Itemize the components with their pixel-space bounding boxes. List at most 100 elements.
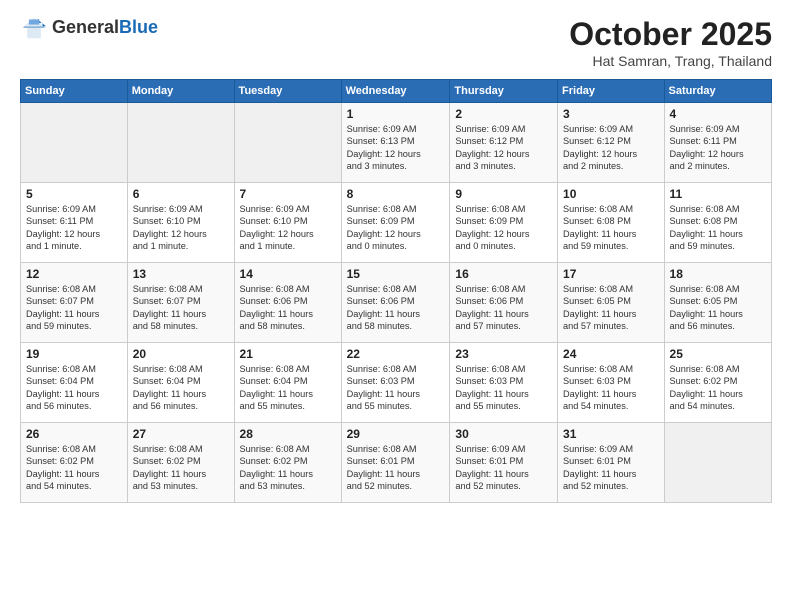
day-info: Sunrise: 6:08 AM Sunset: 6:09 PM Dayligh… — [455, 203, 552, 253]
weekday-header-tuesday: Tuesday — [234, 80, 341, 103]
day-number: 17 — [563, 267, 658, 281]
weekday-header-thursday: Thursday — [450, 80, 558, 103]
calendar-cell: 24Sunrise: 6:08 AM Sunset: 6:03 PM Dayli… — [558, 343, 664, 423]
day-info: Sunrise: 6:08 AM Sunset: 6:06 PM Dayligh… — [455, 283, 552, 333]
calendar-cell: 2 Sunrise: 6:09 AM Sunset: 6:12 PM Daylig… — [450, 103, 558, 183]
location-subtitle: Hat Samran, Trang, Thailand — [569, 53, 772, 69]
calendar-cell: 12Sunrise: 6:08 AM Sunset: 6:07 PM Dayli… — [21, 263, 128, 343]
calendar-body: 1 Sunrise: 6:09 AM Sunset: 6:13 PM Daylig… — [21, 103, 772, 503]
calendar-cell: 26 Sunrise: 6:08 AM Sunset: 6:02 PM Dayli… — [21, 423, 128, 503]
day-number: 18 — [670, 267, 766, 281]
calendar-cell — [127, 103, 234, 183]
weekday-header-monday: Monday — [127, 80, 234, 103]
day-number: 15 — [347, 267, 445, 281]
title-block: October 2025 Hat Samran, Trang, Thailand — [569, 16, 772, 69]
calendar-cell: 29Sunrise: 6:08 AM Sunset: 6:01 PM Dayli… — [341, 423, 450, 503]
calendar-week-row: 1 Sunrise: 6:09 AM Sunset: 6:13 PM Daylig… — [21, 103, 772, 183]
day-number: 26 — [26, 427, 122, 441]
weekday-header-row: SundayMondayTuesdayWednesdayThursdayFrid… — [21, 80, 772, 103]
calendar-cell: 1 Sunrise: 6:09 AM Sunset: 6:13 PM Daylig… — [341, 103, 450, 183]
header: GeneralBlue October 2025 Hat Samran, Tra… — [20, 16, 772, 69]
calendar-cell: 4 Sunrise: 6:09 AM Sunset: 6:11 PM Daylig… — [664, 103, 771, 183]
weekday-header-wednesday: Wednesday — [341, 80, 450, 103]
calendar-week-row: 12Sunrise: 6:08 AM Sunset: 6:07 PM Dayli… — [21, 263, 772, 343]
day-number: 2 — [455, 107, 552, 121]
day-number: 16 — [455, 267, 552, 281]
day-number: 27 — [133, 427, 229, 441]
day-number: 21 — [240, 347, 336, 361]
day-info: Sunrise: 6:09 AM Sunset: 6:12 PM Dayligh… — [455, 123, 552, 173]
logo-icon — [20, 16, 48, 40]
day-info: Sunrise: 6:09 AM Sunset: 6:11 PM Dayligh… — [670, 123, 766, 173]
day-number: 28 — [240, 427, 336, 441]
day-number: 31 — [563, 427, 658, 441]
day-info: Sunrise: 6:09 AM Sunset: 6:10 PM Dayligh… — [240, 203, 336, 253]
day-info: Sunrise: 6:08 AM Sunset: 6:07 PM Dayligh… — [133, 283, 229, 333]
calendar-week-row: 5 Sunrise: 6:09 AM Sunset: 6:11 PM Daylig… — [21, 183, 772, 263]
calendar-cell — [664, 423, 771, 503]
calendar-cell: 25 Sunrise: 6:08 AM Sunset: 6:02 PM Dayli… — [664, 343, 771, 423]
logo-text: GeneralBlue — [52, 18, 158, 38]
day-number: 22 — [347, 347, 445, 361]
calendar-cell: 23Sunrise: 6:08 AM Sunset: 6:03 PM Dayli… — [450, 343, 558, 423]
page: GeneralBlue October 2025 Hat Samran, Tra… — [0, 0, 792, 612]
day-info: Sunrise: 6:09 AM Sunset: 6:10 PM Dayligh… — [133, 203, 229, 253]
day-info: Sunrise: 6:08 AM Sunset: 6:04 PM Dayligh… — [133, 363, 229, 413]
logo-general: General — [52, 17, 119, 37]
calendar-cell: 13Sunrise: 6:08 AM Sunset: 6:07 PM Dayli… — [127, 263, 234, 343]
calendar-cell: 7 Sunrise: 6:09 AM Sunset: 6:10 PM Daylig… — [234, 183, 341, 263]
calendar-cell: 9 Sunrise: 6:08 AM Sunset: 6:09 PM Daylig… — [450, 183, 558, 263]
day-number: 9 — [455, 187, 552, 201]
calendar-cell: 16 Sunrise: 6:08 AM Sunset: 6:06 PM Dayli… — [450, 263, 558, 343]
calendar-cell: 3Sunrise: 6:09 AM Sunset: 6:12 PM Daylig… — [558, 103, 664, 183]
day-number: 11 — [670, 187, 766, 201]
day-info: Sunrise: 6:08 AM Sunset: 6:02 PM Dayligh… — [26, 443, 122, 493]
logo: GeneralBlue — [20, 16, 158, 40]
day-info: Sunrise: 6:09 AM Sunset: 6:13 PM Dayligh… — [347, 123, 445, 173]
calendar-cell: 15 Sunrise: 6:08 AM Sunset: 6:06 PM Dayli… — [341, 263, 450, 343]
calendar-week-row: 26 Sunrise: 6:08 AM Sunset: 6:02 PM Dayli… — [21, 423, 772, 503]
day-info: Sunrise: 6:08 AM Sunset: 6:06 PM Dayligh… — [347, 283, 445, 333]
calendar-header: SundayMondayTuesdayWednesdayThursdayFrid… — [21, 80, 772, 103]
day-number: 19 — [26, 347, 122, 361]
day-info: Sunrise: 6:09 AM Sunset: 6:12 PM Dayligh… — [563, 123, 658, 173]
calendar-cell: 28 Sunrise: 6:08 AM Sunset: 6:02 PM Dayli… — [234, 423, 341, 503]
day-number: 30 — [455, 427, 552, 441]
day-info: Sunrise: 6:08 AM Sunset: 6:02 PM Dayligh… — [240, 443, 336, 493]
logo-blue: Blue — [119, 17, 158, 37]
day-number: 10 — [563, 187, 658, 201]
day-info: Sunrise: 6:08 AM Sunset: 6:09 PM Dayligh… — [347, 203, 445, 253]
day-info: Sunrise: 6:09 AM Sunset: 6:01 PM Dayligh… — [563, 443, 658, 493]
day-info: Sunrise: 6:08 AM Sunset: 6:08 PM Dayligh… — [563, 203, 658, 253]
calendar-cell: 19Sunrise: 6:08 AM Sunset: 6:04 PM Dayli… — [21, 343, 128, 423]
month-title: October 2025 — [569, 16, 772, 53]
day-info: Sunrise: 6:09 AM Sunset: 6:11 PM Dayligh… — [26, 203, 122, 253]
day-number: 25 — [670, 347, 766, 361]
day-number: 7 — [240, 187, 336, 201]
calendar-cell: 17 Sunrise: 6:08 AM Sunset: 6:05 PM Dayli… — [558, 263, 664, 343]
day-number: 4 — [670, 107, 766, 121]
day-info: Sunrise: 6:08 AM Sunset: 6:06 PM Dayligh… — [240, 283, 336, 333]
day-info: Sunrise: 6:08 AM Sunset: 6:07 PM Dayligh… — [26, 283, 122, 333]
calendar-cell: 8Sunrise: 6:08 AM Sunset: 6:09 PM Daylig… — [341, 183, 450, 263]
calendar-cell: 22Sunrise: 6:08 AM Sunset: 6:03 PM Dayli… — [341, 343, 450, 423]
calendar-week-row: 19 Sunrise: 6:08 AM Sunset: 6:04 PM Dayli… — [21, 343, 772, 423]
day-info: Sunrise: 6:08 AM Sunset: 6:05 PM Dayligh… — [563, 283, 658, 333]
calendar-cell — [234, 103, 341, 183]
calendar-table: SundayMondayTuesdayWednesdayThursdayFrid… — [20, 79, 772, 503]
calendar-cell: 6 Sunrise: 6:09 AM Sunset: 6:10 PM Daylig… — [127, 183, 234, 263]
day-info: Sunrise: 6:08 AM Sunset: 6:02 PM Dayligh… — [670, 363, 766, 413]
calendar-cell — [21, 103, 128, 183]
calendar-cell: 27 Sunrise: 6:08 AM Sunset: 6:02 PM Dayli… — [127, 423, 234, 503]
day-number: 6 — [133, 187, 229, 201]
day-number: 23 — [455, 347, 552, 361]
day-number: 5 — [26, 187, 122, 201]
calendar-cell: 31 Sunrise: 6:09 AM Sunset: 6:01 PM Dayli… — [558, 423, 664, 503]
day-number: 29 — [347, 427, 445, 441]
day-info: Sunrise: 6:09 AM Sunset: 6:01 PM Dayligh… — [455, 443, 552, 493]
day-info: Sunrise: 6:08 AM Sunset: 6:02 PM Dayligh… — [133, 443, 229, 493]
day-number: 1 — [347, 107, 445, 121]
calendar-cell: 11Sunrise: 6:08 AM Sunset: 6:08 PM Dayli… — [664, 183, 771, 263]
weekday-header-saturday: Saturday — [664, 80, 771, 103]
calendar-cell: 10 Sunrise: 6:08 AM Sunset: 6:08 PM Dayli… — [558, 183, 664, 263]
